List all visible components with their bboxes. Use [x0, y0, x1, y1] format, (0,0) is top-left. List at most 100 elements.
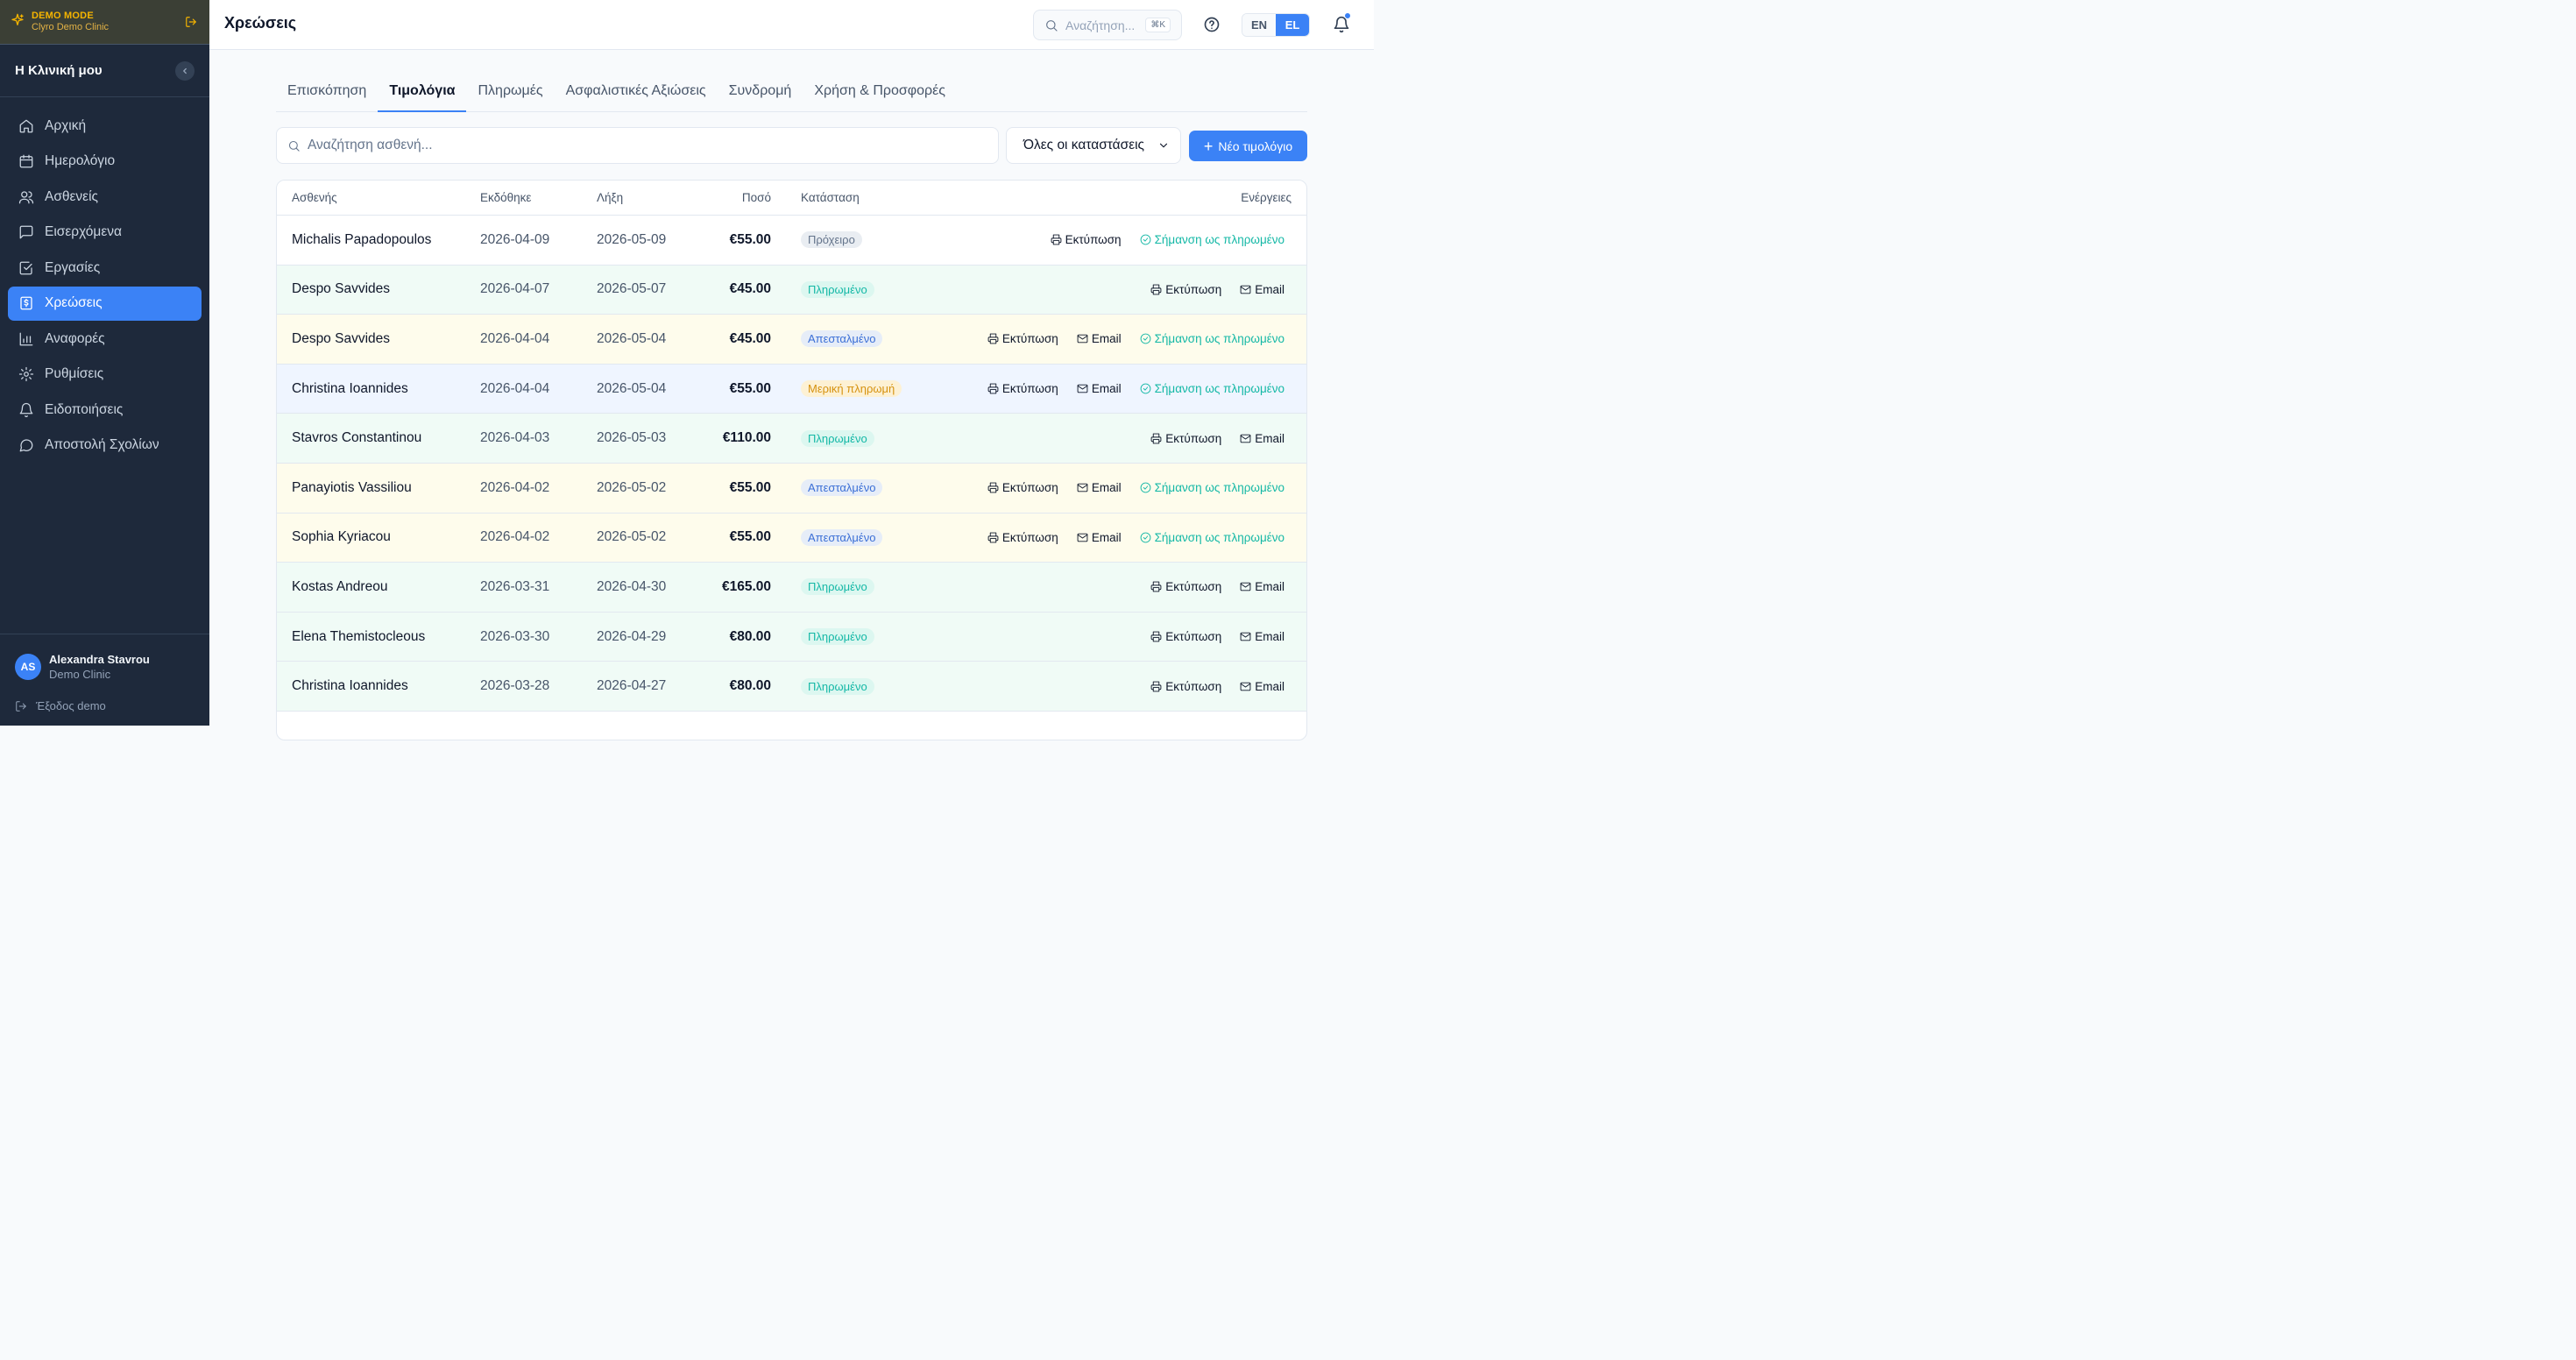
print-button[interactable]: Εκτύπωση — [987, 531, 1058, 544]
tab-subscription[interactable]: Συνδρομή — [718, 74, 803, 112]
global-search-input[interactable]: Αναζήτηση... ⌘K — [1033, 10, 1182, 40]
email-button[interactable]: Email — [1240, 432, 1284, 445]
col-actions: Ενέργειες — [1241, 191, 1292, 204]
email-button[interactable]: Email — [1077, 382, 1122, 395]
mark-paid-button[interactable]: Σήμανση ως πληρωμένο — [1140, 233, 1284, 246]
email-button[interactable]: Email — [1240, 283, 1284, 296]
lang-en-button[interactable]: EN — [1242, 14, 1276, 36]
patient-search-input[interactable]: Αναζήτηση ασθενή... — [276, 127, 999, 164]
sidebar-item-tasks[interactable]: Εργασίες — [8, 251, 202, 285]
search-icon — [287, 139, 301, 152]
status-filter-value: Όλες οι καταστάσεις — [1023, 138, 1145, 152]
sidebar-item-feedback[interactable]: Αποστολή Σχολίων — [8, 429, 202, 463]
table-row[interactable]: Despo Savvides 2026-04-07 2026-05-07 €45.00… — [277, 265, 1306, 315]
exit-demo-icon[interactable] — [183, 16, 199, 28]
col-amount[interactable]: Ποσό — [742, 191, 771, 204]
sidebar-item-notifications[interactable]: Ειδοποιήσεις — [8, 393, 202, 427]
lang-el-button[interactable]: EL — [1276, 14, 1309, 36]
invoice-amount: €80.00 — [729, 678, 771, 694]
invoice-amount: €55.00 — [729, 479, 771, 495]
status-cell: Πρόχειρο — [801, 231, 862, 249]
status-filter-select[interactable]: Όλες οι καταστάσεις — [1006, 127, 1181, 164]
mark-paid-button[interactable]: Σήμανση ως πληρωμένο — [1140, 481, 1284, 494]
chart-icon — [18, 331, 34, 347]
table-row[interactable]: Christina Ioannides 2026-04-04 2026-05-04 €… — [277, 364, 1306, 414]
table-row[interactable]: Christina Ioannides 2026-03-28 2026-04-27 €… — [277, 662, 1306, 712]
print-button[interactable]: Εκτύπωση — [987, 382, 1058, 395]
email-button[interactable]: Email — [1240, 680, 1284, 693]
tab-insurance-claims[interactable]: Ασφαλιστικές Αξιώσεις — [555, 74, 718, 112]
table-row[interactable]: Panayiotis Vassiliou 2026-04-02 2026-05-02… — [277, 463, 1306, 514]
email-button[interactable]: Email — [1077, 332, 1122, 345]
notifications-bell-icon[interactable] — [1333, 12, 1351, 33]
printer-icon — [1150, 581, 1162, 592]
invoice-amount: €55.00 — [729, 529, 771, 545]
collapse-sidebar-button[interactable] — [175, 60, 195, 81]
print-button[interactable]: Εκτύπωση — [1150, 283, 1221, 296]
patient-name: Kostas Andreou — [292, 578, 388, 594]
sidebar-item-reports[interactable]: Αναφορές — [8, 322, 202, 356]
sidebar-item-patients[interactable]: Ασθενείς — [8, 180, 202, 214]
sidebar-item-billing[interactable]: Χρεώσεις — [8, 286, 202, 321]
col-status[interactable]: Κατάσταση — [801, 191, 860, 204]
patient-name: Sophia Kyriacou — [292, 529, 391, 545]
tab-overview[interactable]: Επισκόπηση — [276, 74, 378, 112]
email-button-label: Email — [1091, 332, 1122, 346]
mark-paid-button[interactable]: Σήμανση ως πληρωμένο — [1140, 382, 1284, 395]
issued-date: 2026-04-07 — [480, 281, 550, 297]
table-row[interactable]: Elena Themistocleous 2026-03-30 2026-04-29… — [277, 612, 1306, 662]
new-invoice-label: Νέο τιμολόγιο — [1218, 138, 1293, 153]
tab-usage-offers[interactable]: Χρήση & Προσφορές — [803, 74, 957, 112]
email-button[interactable]: Email — [1240, 630, 1284, 643]
printer-icon — [1051, 234, 1062, 245]
print-button[interactable]: Εκτύπωση — [987, 332, 1058, 345]
status-cell: Πληρωμένο — [801, 677, 874, 695]
col-due[interactable]: Λήξη — [597, 191, 623, 204]
mark-paid-button[interactable]: Σήμανση ως πληρωμένο — [1140, 531, 1284, 544]
sidebar-item-calendar[interactable]: Ημερολόγιο — [8, 145, 202, 179]
email-button[interactable]: Email — [1077, 531, 1122, 544]
new-invoice-button[interactable]: + Νέο τιμολόγιο — [1189, 131, 1307, 161]
patient-name: Elena Themistocleous — [292, 628, 426, 644]
print-button[interactable]: Εκτύπωση — [1150, 680, 1221, 693]
print-button[interactable]: Εκτύπωση — [1150, 580, 1221, 593]
mail-icon — [1077, 383, 1088, 394]
print-button[interactable]: Εκτύπωση — [1150, 630, 1221, 643]
patient-name: Christina Ioannides — [292, 678, 408, 694]
print-button[interactable]: Εκτύπωση — [1150, 432, 1221, 445]
email-button[interactable]: Email — [1077, 481, 1122, 494]
email-button-label: Email — [1091, 481, 1122, 495]
print-button-label: Εκτύπωση — [1165, 282, 1222, 296]
printer-icon — [1150, 433, 1162, 444]
calendar-icon — [18, 153, 34, 169]
table-row[interactable]: Sophia Kyriacou 2026-04-02 2026-05-02 €55.0… — [277, 513, 1306, 563]
table-row[interactable]: Despo Savvides 2026-04-04 2026-05-04 €45.00… — [277, 315, 1306, 365]
tab-invoices[interactable]: Τιμολόγια — [378, 74, 467, 112]
sidebar-item-label: Ασθενείς — [45, 188, 99, 204]
logout-button[interactable]: Έξοδος demo — [15, 699, 195, 712]
mark-paid-button[interactable]: Σήμανση ως πληρωμένο — [1140, 332, 1284, 345]
print-button[interactable]: Εκτύπωση — [987, 481, 1058, 494]
col-patient[interactable]: Ασθενής — [292, 191, 337, 204]
invoices-table: Ασθενής Εκδόθηκε Λήξη Ποσό Κατάσταση Ενέ… — [276, 180, 1307, 740]
table-row[interactable]: Stavros Constantinou 2026-04-03 2026-05-03… — [277, 414, 1306, 464]
help-icon[interactable] — [1203, 16, 1221, 33]
billing-tabs: Επισκόπηση Τιμολόγια Πληρωμές Ασφαλιστικ… — [276, 74, 1307, 112]
billing-icon — [18, 295, 34, 311]
print-button-label: Εκτύπωση — [1065, 233, 1122, 247]
email-button[interactable]: Email — [1240, 580, 1284, 593]
user-block: AS Alexandra Stavrou Demo Clinic Έξοδος … — [0, 634, 209, 712]
table-row[interactable]: Michalis Papadopoulos 2026-04-09 2026-05-0… — [277, 216, 1306, 266]
sidebar-item-inbox[interactable]: Εισερχόμενα — [8, 216, 202, 250]
issued-date: 2026-04-02 — [480, 529, 550, 545]
sidebar-item-settings[interactable]: Ρυθμίσεις — [8, 358, 202, 392]
sidebar-item-home[interactable]: Αρχική — [8, 109, 202, 143]
user-profile[interactable]: AS Alexandra Stavrou Demo Clinic — [15, 652, 195, 682]
print-button-label: Εκτύπωση — [1165, 431, 1222, 445]
col-issued[interactable]: Εκδόθηκε — [480, 191, 531, 204]
print-button[interactable]: Εκτύπωση — [1051, 233, 1122, 246]
status-cell: Απεσταλμένο — [801, 528, 883, 546]
table-row[interactable]: Kostas Andreou 2026-03-31 2026-04-30 €165.0… — [277, 563, 1306, 613]
logout-icon — [15, 700, 29, 712]
tab-payments[interactable]: Πληρωμές — [466, 74, 554, 112]
